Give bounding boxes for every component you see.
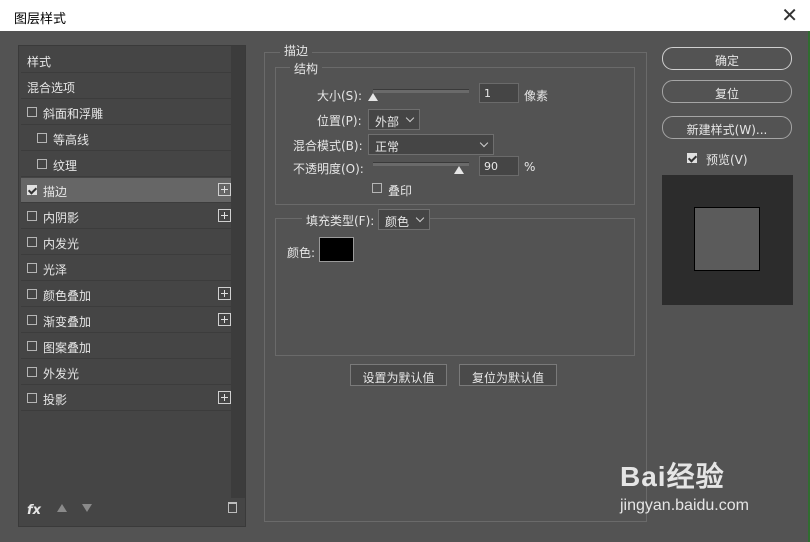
color-swatch[interactable]	[319, 237, 354, 262]
style-list-item[interactable]: 等高线	[21, 126, 231, 151]
style-list-item[interactable]: 颜色叠加	[21, 282, 231, 307]
style-preview	[662, 175, 793, 305]
watermark: Bai经验 jingyan.baidu.com	[620, 455, 749, 515]
title-bar: 图层样式 ✕	[0, 0, 810, 31]
fill-type-select[interactable]: 颜色	[378, 209, 430, 230]
style-checkbox[interactable]	[27, 237, 37, 247]
style-list-item[interactable]: 外发光	[21, 360, 231, 385]
style-list-panel: 样式混合选项斜面和浮雕等高线纹理描边内阴影内发光光泽颜色叠加渐变叠加图案叠加外发…	[18, 45, 246, 527]
preview-checkbox[interactable]	[687, 153, 697, 163]
overprint-checkbox[interactable]	[372, 183, 382, 193]
size-slider-thumb[interactable]	[368, 93, 378, 101]
style-checkbox[interactable]	[37, 159, 47, 169]
blend-mode-select[interactable]: 正常	[368, 134, 494, 155]
style-checkbox[interactable]	[37, 133, 47, 143]
size-unit: 像素	[524, 89, 549, 103]
add-effect-icon[interactable]	[218, 287, 231, 300]
add-effect-icon[interactable]	[218, 391, 231, 404]
style-list-item[interactable]: 图案叠加	[21, 334, 231, 359]
style-list-item-label: 内阴影	[43, 211, 80, 225]
overprint-label: 叠印	[388, 184, 413, 198]
chevron-down-icon	[405, 113, 415, 123]
opacity-slider-thumb[interactable]	[454, 166, 465, 174]
reset-button[interactable]: 复位	[662, 80, 792, 103]
position-value: 外部	[375, 115, 400, 129]
scrollbar[interactable]	[231, 46, 245, 498]
style-list-item-label: 内发光	[43, 237, 80, 251]
trash-icon[interactable]	[228, 502, 237, 513]
style-list-item-label: 投影	[43, 393, 68, 407]
style-list-item-label: 混合选项	[27, 81, 76, 95]
style-list-item[interactable]: 混合选项	[21, 74, 231, 99]
add-effect-icon[interactable]	[218, 183, 231, 196]
style-list-item-label: 斜面和浮雕	[43, 107, 104, 121]
style-checkbox[interactable]	[27, 341, 37, 351]
ok-button[interactable]: 确定	[662, 47, 792, 70]
add-effect-icon[interactable]	[218, 313, 231, 326]
style-list-item-label: 纹理	[53, 159, 78, 173]
opacity-input[interactable]: 90	[479, 156, 519, 176]
style-checkbox[interactable]	[27, 393, 37, 403]
reset-default-button[interactable]: 复位为默认值	[459, 364, 557, 386]
style-checkbox[interactable]	[27, 367, 37, 377]
style-list-item-label: 等高线	[53, 133, 90, 147]
size-input[interactable]: 1	[479, 83, 519, 103]
position-select[interactable]: 外部	[368, 109, 420, 130]
style-list-item-label: 图案叠加	[43, 341, 92, 355]
fx-icon[interactable]: fx	[27, 503, 41, 518]
move-down-icon[interactable]	[82, 504, 92, 512]
style-preview-swatch	[694, 207, 760, 271]
style-list-item[interactable]: 样式	[21, 48, 231, 73]
style-checkbox[interactable]	[27, 185, 37, 195]
close-icon[interactable]: ✕	[781, 3, 798, 27]
size-label: 大小(S):	[317, 89, 363, 103]
style-list-item-label: 外发光	[43, 367, 80, 381]
watermark-url: jingyan.baidu.com	[620, 497, 749, 514]
style-list-item[interactable]: 描边	[21, 178, 231, 203]
structure-title: 结构	[290, 60, 323, 77]
opacity-unit: %	[524, 160, 536, 174]
set-default-button[interactable]: 设置为默认值	[350, 364, 447, 386]
style-checkbox[interactable]	[27, 315, 37, 325]
style-list-item-label: 渐变叠加	[43, 315, 92, 329]
style-list-item-label: 颜色叠加	[43, 289, 92, 303]
add-effect-icon[interactable]	[218, 209, 231, 222]
style-list-item-label: 光泽	[43, 263, 68, 277]
chevron-down-icon	[479, 138, 489, 148]
style-list-item[interactable]: 投影	[21, 386, 231, 411]
style-list-item[interactable]: 内发光	[21, 230, 231, 255]
style-checkbox[interactable]	[27, 107, 37, 117]
style-checkbox[interactable]	[27, 211, 37, 221]
style-list-item[interactable]: 斜面和浮雕	[21, 100, 231, 125]
move-up-icon[interactable]	[57, 504, 67, 512]
style-list-item[interactable]: 纹理	[21, 152, 231, 177]
position-label: 位置(P):	[317, 114, 362, 128]
window-title: 图层样式	[14, 12, 67, 27]
preview-label: 预览(V)	[706, 153, 748, 167]
chevron-down-icon	[415, 213, 425, 223]
color-label: 颜色:	[287, 246, 316, 260]
blend-mode-label: 混合模式(B):	[293, 139, 363, 153]
fill-type-label: 填充类型(F):	[302, 212, 379, 229]
blend-mode-value: 正常	[375, 140, 400, 154]
style-list-item[interactable]: 光泽	[21, 256, 231, 281]
style-checkbox[interactable]	[27, 263, 37, 273]
style-list-toolbar: fx	[19, 496, 245, 526]
style-list-item-label: 样式	[27, 55, 52, 69]
style-checkbox[interactable]	[27, 289, 37, 299]
fill-type-value: 颜色	[385, 215, 410, 229]
new-style-button[interactable]: 新建样式(W)...	[662, 116, 792, 139]
style-list-item[interactable]: 内阴影	[21, 204, 231, 229]
style-list-item[interactable]: 渐变叠加	[21, 308, 231, 333]
opacity-label: 不透明度(O):	[293, 162, 364, 176]
stroke-section-title: 描边	[280, 42, 313, 59]
watermark-logo: Bai经验	[620, 461, 725, 492]
size-slider[interactable]	[373, 89, 469, 93]
style-list-item-label: 描边	[43, 185, 68, 199]
